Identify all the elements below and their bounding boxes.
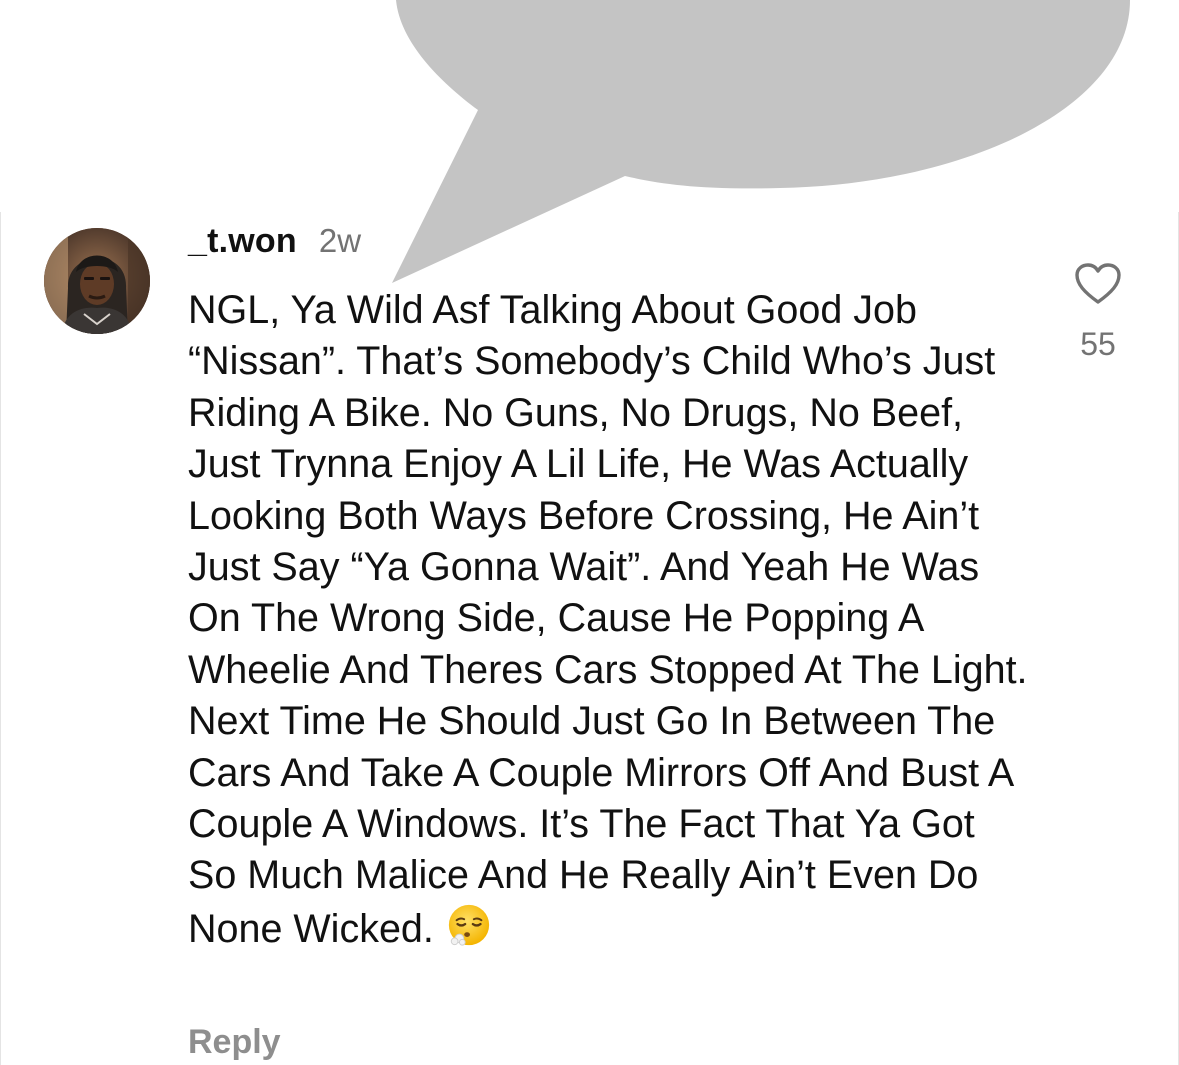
- speech-bubble-overlay: [392, 0, 1130, 283]
- timestamp: 2w: [318, 222, 362, 259]
- like-count: 55: [1080, 326, 1116, 362]
- comment-text: NGL, Ya Wild Asf Talking About Good Job …: [188, 288, 1028, 951]
- username[interactable]: _t.won: [188, 222, 297, 261]
- comment-header: _t.won 2w: [188, 222, 361, 270]
- left-edge-divider: [0, 212, 1, 1065]
- comment-body: NGL, Ya Wild Asf Talking About Good Job …: [188, 285, 1028, 955]
- face-exhaling-emoji-icon: [448, 904, 489, 946]
- avatar-photo: [44, 228, 150, 334]
- like-button[interactable]: [1074, 262, 1122, 306]
- avatar[interactable]: [44, 228, 150, 334]
- reply-button[interactable]: Reply: [188, 1023, 281, 1062]
- heart-icon: [1075, 263, 1121, 304]
